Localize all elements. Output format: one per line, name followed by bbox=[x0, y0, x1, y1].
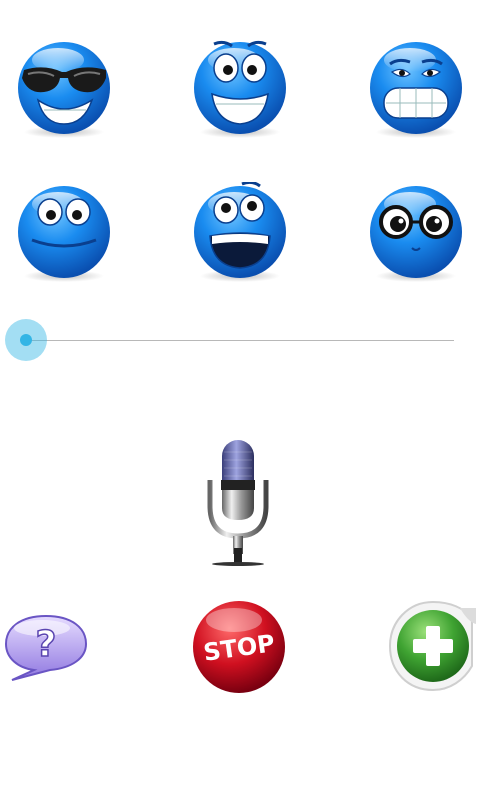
microphone-icon bbox=[207, 440, 269, 566]
emoticon-happy[interactable] bbox=[190, 38, 290, 138]
emoticon-cool-sunglasses[interactable] bbox=[14, 38, 114, 138]
grin-smiley-icon bbox=[370, 42, 462, 138]
help-bubble-icon: ? bbox=[4, 614, 88, 681]
scared-smiley-icon bbox=[194, 182, 286, 282]
help-button[interactable]: ? bbox=[2, 612, 90, 682]
nerd-glasses-smiley-icon bbox=[370, 186, 462, 282]
slider-thumb[interactable] bbox=[20, 334, 32, 346]
happy-smiley-icon bbox=[194, 40, 286, 138]
stop-button[interactable]: STOP bbox=[190, 598, 288, 696]
emoticon-grin[interactable] bbox=[366, 38, 466, 138]
emoticon-scared[interactable] bbox=[190, 182, 290, 282]
emoticon-smile[interactable] bbox=[14, 182, 114, 282]
emoticon-nerd-glasses[interactable] bbox=[366, 182, 466, 282]
svg-text:?: ? bbox=[36, 624, 57, 665]
sunglasses-smiley-icon bbox=[18, 42, 110, 138]
add-button[interactable] bbox=[388, 600, 478, 692]
stop-sign-icon: STOP bbox=[193, 601, 285, 693]
slider-track[interactable] bbox=[26, 340, 454, 341]
record-button[interactable] bbox=[198, 436, 278, 568]
smile-smiley-icon bbox=[18, 186, 110, 282]
seek-slider[interactable] bbox=[0, 318, 480, 364]
add-sticker-icon bbox=[388, 600, 476, 692]
